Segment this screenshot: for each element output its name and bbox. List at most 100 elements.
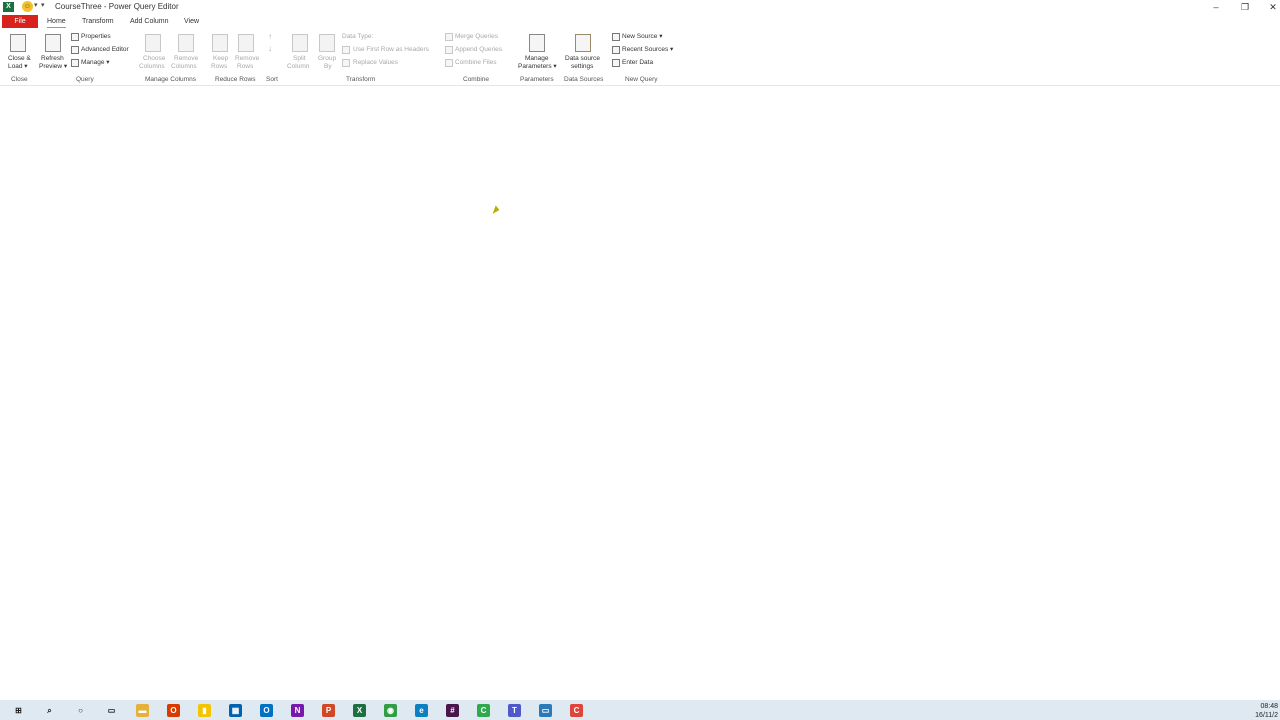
- customize-quick-access-icon[interactable]: ▾: [41, 1, 45, 9]
- system-clock[interactable]: 08:48 16/11/2: [1255, 702, 1278, 720]
- remote-desktop-icon[interactable]: ▭: [539, 704, 552, 717]
- search-icon[interactable]: ⌕: [43, 704, 56, 717]
- group-label-close: Close: [11, 76, 28, 83]
- teams-icon[interactable]: T: [508, 704, 521, 717]
- advanced-editor-icon: [71, 46, 79, 54]
- split-column-label-1: Split: [293, 55, 306, 62]
- new-source-icon: [612, 33, 620, 41]
- sticky-notes-icon[interactable]: ▮: [198, 704, 211, 717]
- group-by-icon: [319, 34, 335, 52]
- camtasia-recorder-icon[interactable]: C: [570, 704, 583, 717]
- window-title: CourseThree - Power Query Editor: [55, 2, 179, 11]
- keep-rows-label-2: Rows: [211, 63, 228, 70]
- task-view-icon[interactable]: ▭: [105, 704, 118, 717]
- office-icon[interactable]: O: [167, 704, 180, 717]
- smiley-icon[interactable]: ☺: [22, 1, 33, 12]
- clock-date: 16/11/2: [1255, 712, 1278, 719]
- combine-files-label: Combine Files: [455, 59, 497, 66]
- windows-taskbar: ⊞ ⌕ ○ ▭ ▬ O ▮ ▦ O N P X ◉ e # C T ▭ C 08:48 16/11/2: [0, 700, 1280, 720]
- group-by-label-2: By: [324, 63, 332, 70]
- keep-rows-label-1: Keep: [213, 55, 229, 62]
- advanced-editor-label: Advanced Editor: [81, 46, 129, 53]
- tab-home[interactable]: Home: [47, 16, 66, 28]
- close-button[interactable]: ✕: [1266, 1, 1280, 13]
- combine-files-icon: [445, 59, 453, 67]
- refresh-icon: [45, 34, 61, 52]
- split-column-icon: [292, 34, 308, 52]
- camtasia-icon[interactable]: C: [477, 704, 490, 717]
- manage-parameters-icon: [529, 34, 545, 52]
- remove-columns-label-1: Remove: [174, 55, 199, 62]
- close-load-label-1: Close &: [8, 55, 31, 62]
- refresh-label-2: Preview ▾: [39, 63, 68, 70]
- tab-view[interactable]: View: [184, 16, 199, 27]
- powerpoint-icon[interactable]: P: [322, 704, 335, 717]
- first-row-headers-icon: [342, 46, 350, 54]
- choose-columns-label-2: Columns: [139, 63, 165, 70]
- remove-columns-label-2: Columns: [171, 63, 197, 70]
- append-queries-icon: [445, 46, 453, 54]
- calculator-icon[interactable]: ▦: [229, 704, 242, 717]
- file-explorer-icon[interactable]: ▬: [136, 704, 149, 717]
- clock-time: 08:48: [1260, 703, 1278, 710]
- group-label-new-query: New Query: [625, 76, 658, 83]
- choose-columns-icon: [145, 34, 161, 52]
- merge-queries-label: Merge Queries: [455, 33, 498, 40]
- properties-label: Properties: [81, 33, 111, 40]
- enter-data-icon: [612, 59, 620, 67]
- enter-data-label: Enter Data: [622, 59, 654, 66]
- group-label-data-sources: Data Sources: [564, 76, 604, 83]
- excel-icon[interactable]: X: [3, 2, 14, 12]
- minimize-button[interactable]: –: [1209, 1, 1223, 13]
- group-label-sort: Sort: [266, 76, 278, 83]
- close-load-icon: [10, 34, 26, 52]
- properties-icon: [71, 33, 79, 41]
- tab-add-column[interactable]: Add Column: [130, 16, 169, 27]
- group-label-manage-columns: Manage Columns: [145, 76, 196, 83]
- cortana-icon[interactable]: ○: [74, 704, 87, 717]
- group-label-parameters: Parameters: [520, 76, 554, 83]
- onenote-icon[interactable]: N: [291, 704, 304, 717]
- group-label-transform: Transform: [346, 76, 376, 83]
- chrome-icon[interactable]: ◉: [384, 704, 397, 717]
- sort-ascending-icon: ↑: [268, 32, 272, 41]
- quick-access-dropdown-icon[interactable]: ▾: [34, 1, 38, 9]
- remove-columns-icon: [178, 34, 194, 52]
- data-source-settings-icon: [575, 34, 591, 52]
- recent-sources-label: Recent Sources ▾: [622, 46, 674, 53]
- manage-icon: [71, 59, 79, 67]
- append-queries-label: Append Queries: [455, 46, 502, 53]
- title-bar: X ☺ ▾ ▾ CourseThree - Power Query Editor…: [0, 0, 1280, 14]
- ribbon-home: Close & Load ▾ Close Refresh Preview ▾ P…: [0, 29, 1280, 86]
- sort-descending-icon: ↓: [268, 44, 272, 53]
- manage-label: Manage ▾: [81, 59, 110, 66]
- manage-parameters-label-1: Manage: [525, 55, 549, 62]
- remove-rows-icon: [238, 34, 254, 52]
- edge-icon[interactable]: e: [415, 704, 428, 717]
- start-icon[interactable]: ⊞: [12, 704, 25, 717]
- new-source-label: New Source ▾: [622, 33, 663, 40]
- replace-values-label: Replace Values: [353, 59, 399, 66]
- keep-rows-icon: [212, 34, 228, 52]
- tab-transform[interactable]: Transform: [82, 16, 114, 27]
- excel-icon[interactable]: X: [353, 704, 366, 717]
- split-column-label-2: Column: [287, 63, 310, 70]
- restore-button[interactable]: ❐: [1238, 1, 1252, 13]
- data-source-settings-label-2: settings: [571, 63, 594, 70]
- first-row-headers-label: Use First Row as Headers: [353, 46, 429, 53]
- outlook-icon[interactable]: O: [260, 704, 273, 717]
- data-source-settings-label-1: Data source: [565, 55, 601, 62]
- power-query-editor-window: X ☺ ▾ ▾ CourseThree - Power Query Editor…: [0, 0, 1280, 720]
- replace-values-icon: [342, 59, 350, 67]
- slack-icon[interactable]: #: [446, 704, 459, 717]
- group-by-label-1: Group: [318, 55, 337, 62]
- refresh-label-1: Refresh: [41, 55, 64, 62]
- data-type-dropdown[interactable]: Data Type:: [342, 33, 373, 41]
- query-workspace: [0, 86, 1280, 700]
- remove-rows-label-1: Remove: [235, 55, 260, 62]
- merge-queries-icon: [445, 33, 453, 41]
- tab-file[interactable]: File: [2, 15, 38, 28]
- close-load-label-2: Load ▾: [8, 63, 28, 70]
- group-label-combine: Combine: [463, 76, 490, 83]
- group-label-query: Query: [76, 76, 94, 83]
